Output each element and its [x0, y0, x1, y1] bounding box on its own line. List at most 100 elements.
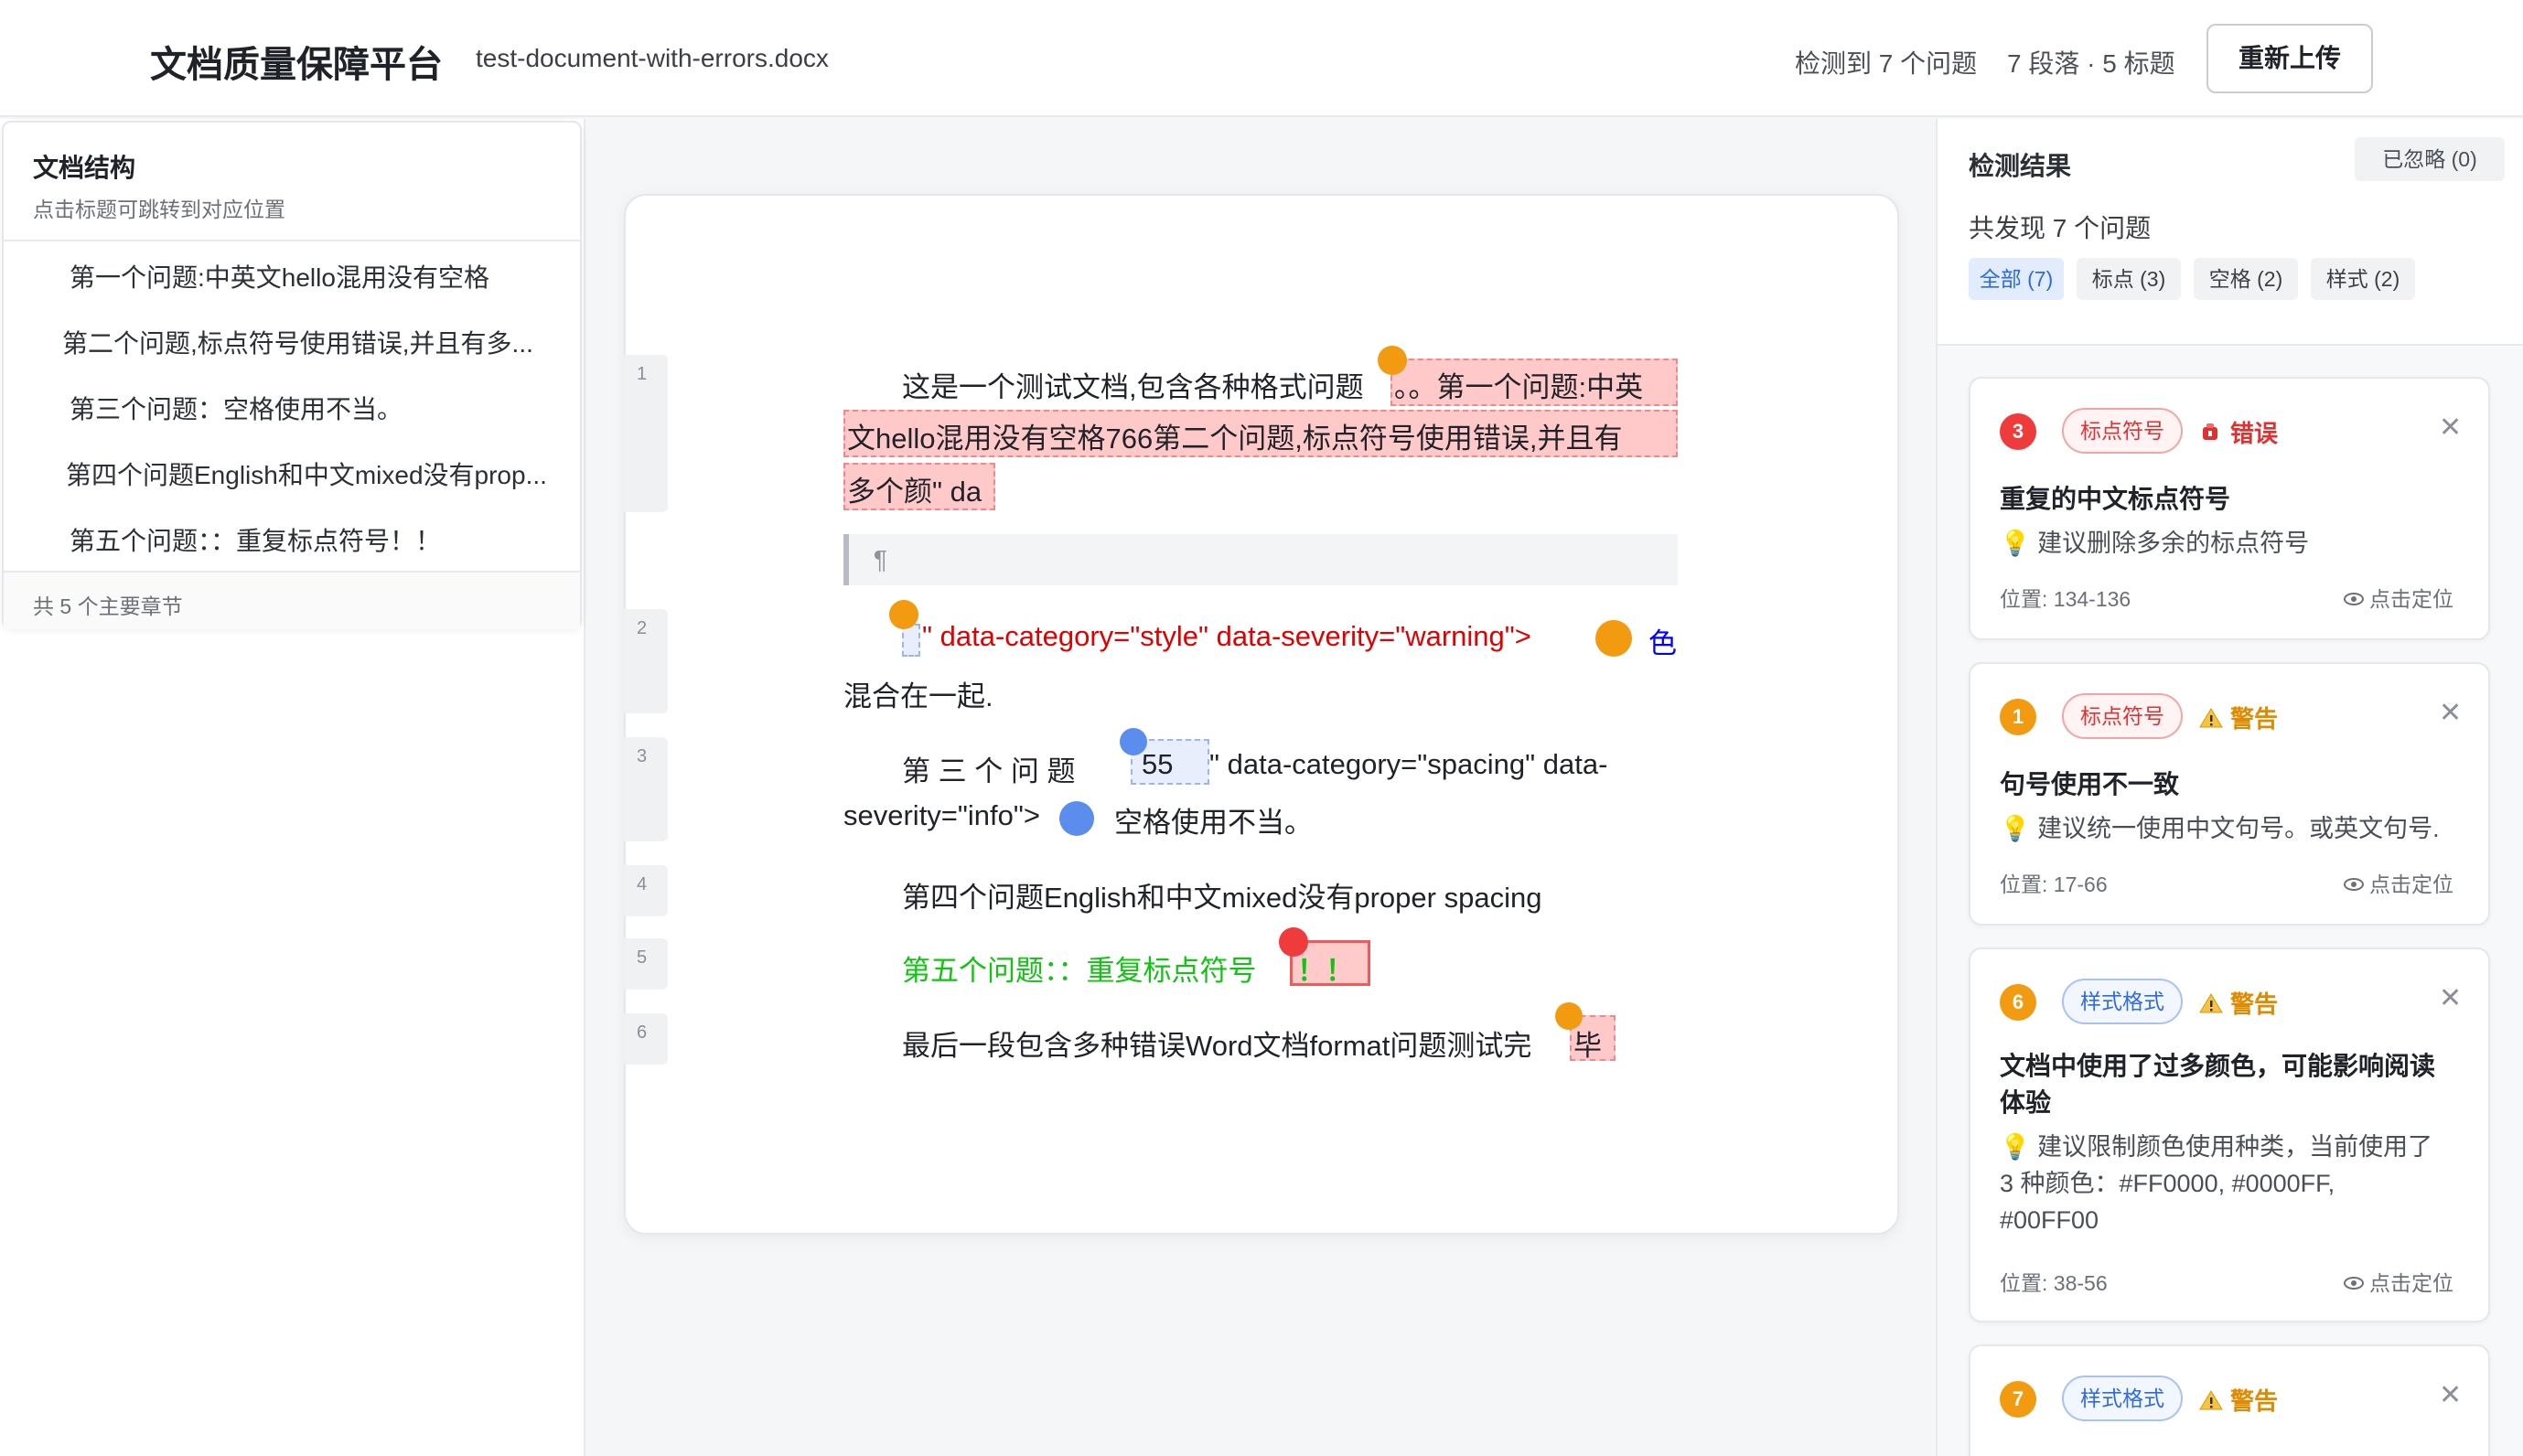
issue-title: 重复的中文标点符号 — [2000, 485, 2231, 513]
toc-subtitle: 点击标题可跳转到对应位置 — [33, 198, 285, 221]
issue-number: 6 — [2000, 984, 2036, 1021]
toc-item[interactable]: 第五个问题：：重复标点符号！！ — [70, 521, 441, 558]
issue-suggestion: #00FF00 — [2000, 1206, 2099, 1234]
reupload-button[interactable]: 重新上传 — [2206, 24, 2373, 93]
app-header: 文档质量保障平台 test-document-with-errors.docx … — [0, 0, 2523, 117]
paragraph-3-text: severity="info"> — [843, 799, 1041, 831]
warning-marker[interactable] — [1378, 346, 1407, 375]
error-highlight[interactable]: 多个颜" da — [843, 463, 995, 510]
severity-label: 错误 — [2199, 415, 2278, 449]
severity-label: 警告 — [2199, 1383, 2278, 1417]
issue-title: 文档中使用了过多颜色，可能影响阅读 — [2000, 1052, 2436, 1080]
app-title: 文档质量保障平台 — [150, 45, 443, 85]
results-title: 检测结果 — [1969, 152, 2072, 180]
category-tag: 样式格式 — [2062, 1376, 2183, 1421]
error-highlight[interactable]: 。。第一个问题:中英 — [1390, 359, 1678, 406]
paragraph-3-text: " data-category="spacing" data- — [1209, 748, 1608, 780]
toc-footer: 共 5 个主要章节 — [4, 571, 580, 629]
file-name: test-document-with-errors.docx — [476, 44, 829, 72]
locate-button[interactable]: 点击定位 — [2344, 1266, 2453, 1297]
issue-suggestion: 💡 建议限制颜色使用种类，当前使用了 — [2000, 1133, 2433, 1161]
severity-label: 警告 — [2199, 986, 2278, 1020]
pilcrow-mark: ¶ — [873, 545, 887, 573]
green-colored-text: 第五个问题：：重复标点符号 — [902, 955, 1257, 987]
info-marker[interactable] — [1120, 728, 1147, 755]
severity-text: 错误 — [2230, 420, 2279, 447]
warning-marker[interactable] — [1595, 620, 1632, 657]
toc-card: 文档结构 点击标题可跳转到对应位置 第一个问题:中英文hello混用没有空格 第… — [2, 121, 582, 629]
blue-colored-text: 色 — [1648, 627, 1677, 659]
ignored-button[interactable]: 已忽略 (0) — [2355, 137, 2505, 181]
structure-panel: 文档结构 点击标题可跳转到对应位置 第一个问题:中英文hello混用没有空格 第… — [0, 119, 585, 1456]
filter-tab-style[interactable]: 样式 (2) — [2311, 258, 2415, 300]
error-highlight[interactable]: 文hello混用没有空格766第二个问题,标点符号使用错误,并且有 — [843, 410, 1678, 457]
close-icon[interactable]: ✕ — [2439, 412, 2462, 444]
paragraph-2-text: 混合在一起. — [843, 680, 993, 712]
issue-title: 体验 — [2000, 1088, 2052, 1117]
green-colored-text: ！！ — [1297, 955, 1354, 987]
line-number[interactable]: 5 — [624, 938, 668, 990]
line-number[interactable]: 4 — [624, 865, 668, 916]
filter-tab-spacing[interactable]: 空格 (2) — [2194, 258, 2298, 300]
paragraph-1-text: 这是一个测试文档,包含各种格式问题 — [902, 371, 1364, 403]
red-colored-text: " data-category="style" data-severity="w… — [922, 620, 1531, 652]
line-number[interactable]: 2 — [624, 609, 668, 713]
error-marker[interactable] — [1279, 927, 1308, 957]
issue-suggestion: 💡 建议删除多余的标点符号 — [2000, 530, 2310, 557]
issue-suggestion: 💡 建议统一使用中文句号。或英文句号. — [2000, 815, 2440, 842]
toc-header: 文档结构 点击标题可跳转到对应位置 — [4, 123, 580, 241]
toc-item[interactable]: 第四个问题English和中文mixed没有prop... — [66, 455, 547, 492]
paragraph-3-text: 空格使用不当。 — [1114, 807, 1313, 839]
warning-marker[interactable] — [1555, 1002, 1583, 1030]
toc-title: 文档结构 — [33, 154, 136, 182]
paragraph-6-text: 最后一段包含多种错误Word文档format问题测试完 — [902, 1030, 1532, 1062]
severity-label: 警告 — [2199, 701, 2278, 734]
issue-card[interactable]: 3 标点符号 错误 ✕ 重复的中文标点符号 💡 建议删除多余的标点符号 位置: … — [1969, 377, 2490, 640]
category-tag: 标点符号 — [2062, 408, 2183, 454]
severity-text: 警告 — [2230, 990, 2279, 1018]
paragraph-4-text: 第四个问题English和中文mixed没有proper spacing — [902, 882, 1542, 914]
paragraph-3-text: 第 三 个 问 题 — [902, 755, 1076, 787]
warning-icon — [2199, 707, 2223, 729]
toc-footer-text: 共 5 个主要章节 — [33, 594, 183, 618]
document-page — [624, 194, 1899, 1235]
issue-title: 句号使用不一致 — [2000, 770, 2180, 798]
warning-marker[interactable] — [889, 600, 918, 629]
eye-icon — [2344, 878, 2364, 891]
category-tag: 标点符号 — [2062, 693, 2183, 739]
info-marker[interactable] — [1059, 801, 1094, 836]
issue-position: 位置: 38-56 — [2000, 1271, 2108, 1295]
eye-icon — [2344, 1277, 2364, 1290]
structure-summary: 7 段落 · 5 标题 — [2007, 49, 2175, 78]
highlighted-text: 55 — [1142, 748, 1174, 780]
issue-card[interactable]: 1 标点符号 警告 ✕ 句号使用不一致 💡 建议统一使用中文句号。或英文句号. … — [1969, 662, 2490, 926]
eye-icon — [2344, 593, 2364, 605]
issue-card[interactable]: 6 样式格式 警告 ✕ 文档中使用了过多颜色，可能影响阅读 体验 💡 建议限制颜… — [1969, 947, 2490, 1322]
locate-button[interactable]: 点击定位 — [2344, 867, 2453, 898]
severity-text: 警告 — [2230, 705, 2279, 733]
toc-item[interactable]: 第一个问题:中英文hello混用没有空格 — [70, 258, 489, 294]
filter-tab-punctuation[interactable]: 标点 (3) — [2077, 258, 2181, 300]
issue-card[interactable]: 7 样式格式 警告 ✕ — [1969, 1344, 2490, 1456]
issue-position: 位置: 134-136 — [2000, 587, 2131, 611]
line-number[interactable]: 1 — [624, 355, 668, 512]
close-icon[interactable]: ✕ — [2439, 982, 2462, 1014]
severity-text: 警告 — [2230, 1387, 2279, 1415]
locate-button[interactable]: 点击定位 — [2344, 582, 2453, 613]
empty-paragraph: ¶ — [843, 534, 1678, 585]
filter-tab-all[interactable]: 全部 (7) — [1969, 258, 2064, 300]
issue-number: 7 — [2000, 1381, 2036, 1418]
line-number[interactable]: 3 — [624, 737, 668, 841]
issue-number: 1 — [2000, 699, 2036, 735]
toc-item[interactable]: 第二个问题,标点符号使用错误,并且有多... — [62, 324, 533, 360]
alarm-icon — [2199, 422, 2223, 444]
issue-number: 3 — [2000, 413, 2036, 450]
issue-suggestion: 3 种颜色：#FF0000, #0000FF, — [2000, 1170, 2335, 1197]
close-icon[interactable]: ✕ — [2439, 697, 2462, 729]
line-number[interactable]: 6 — [624, 1013, 668, 1065]
toc-item[interactable]: 第三个问题：空格使用不当。 — [70, 390, 403, 426]
found-count: 共发现 7 个问题 — [1969, 214, 2152, 242]
results-panel: 检测结果 已忽略 (0) 共发现 7 个问题 全部 (7) 标点 (3) 空格 … — [1936, 119, 2523, 1456]
results-header: 检测结果 已忽略 (0) 共发现 7 个问题 全部 (7) 标点 (3) 空格 … — [1938, 119, 2523, 346]
close-icon[interactable]: ✕ — [2439, 1379, 2462, 1411]
